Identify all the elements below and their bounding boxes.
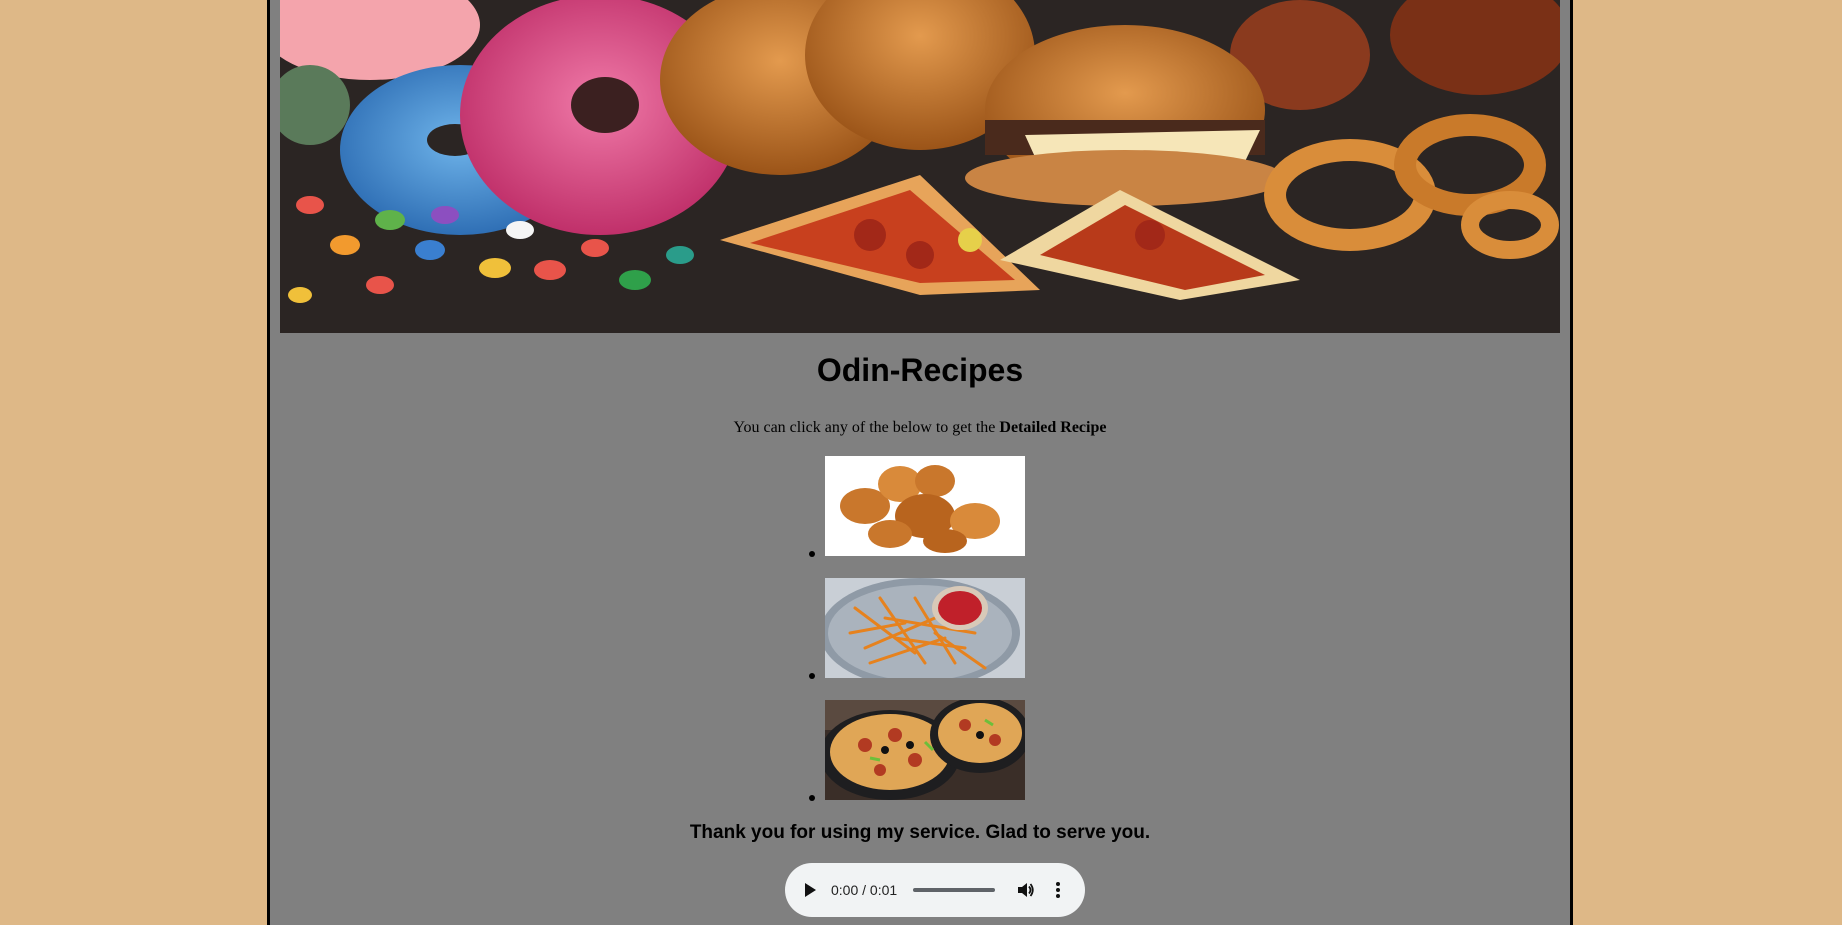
fried-chicken-image	[825, 456, 1025, 556]
recipe-item-chicken	[270, 456, 1570, 557]
list-bullet	[809, 551, 815, 557]
more-options-icon[interactable]	[1047, 879, 1069, 901]
page-title: Odin-Recipes	[816, 352, 1024, 388]
play-icon[interactable]	[799, 879, 821, 901]
list-bullet	[809, 673, 815, 679]
pizza-image-link[interactable]	[825, 700, 1025, 800]
intro-text: You can click any of the below to get th…	[270, 419, 1570, 437]
intro-text-main: You can click any of the below to get th…	[733, 419, 1000, 436]
recipe-item-fries	[270, 578, 1570, 679]
hero-banner-image	[280, 0, 1560, 333]
fried-chicken-image-link[interactable]	[825, 456, 1025, 556]
intro-text-bold: Detailed Recipe	[999, 419, 1107, 436]
audio-progress-slider[interactable]	[913, 888, 996, 892]
audio-player[interactable]: 0:00 / 0:01	[785, 863, 1085, 917]
audio-time-display: 0:00 / 0:01	[831, 882, 898, 898]
list-bullet	[809, 795, 815, 801]
volume-icon[interactable]	[1015, 879, 1037, 901]
thank-you-message: Thank you for using my service. Glad to …	[689, 822, 1151, 843]
content-container: Odin-Recipes You can click any of the be…	[267, 0, 1573, 925]
pizza-image	[825, 700, 1025, 800]
recipe-item-pizza	[270, 700, 1570, 801]
french-fries-image-link[interactable]	[825, 578, 1025, 678]
french-fries-image	[825, 578, 1025, 678]
